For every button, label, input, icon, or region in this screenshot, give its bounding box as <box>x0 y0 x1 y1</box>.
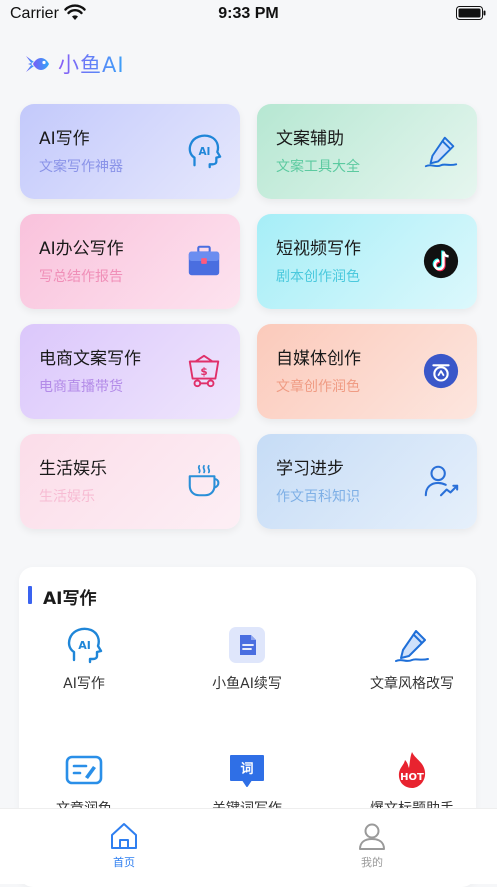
card-ecommerce[interactable]: 电商文案写作 电商直播带货 $ <box>20 324 240 419</box>
pen-write-icon <box>424 136 458 168</box>
tab-label: 首页 <box>113 856 135 869</box>
coffee-cup-icon <box>188 464 220 497</box>
card-title: 电商文案写作 <box>39 349 141 369</box>
shopping-basket-icon: $ <box>188 354 220 388</box>
card-subtitle: 写总结作报告 <box>39 269 123 285</box>
card-subtitle: 文案工具大全 <box>276 159 360 175</box>
home-icon <box>111 823 137 849</box>
briefcase-icon <box>188 245 220 276</box>
app-name: 小鱼AI <box>58 49 125 79</box>
section-title: AI写作 <box>43 589 97 609</box>
battery-icon <box>456 6 486 20</box>
card-title: 文案辅助 <box>276 129 344 149</box>
tab-profile[interactable]: 我的 <box>342 821 402 870</box>
card-title: 学习进步 <box>276 459 344 479</box>
ai-head-icon: AI <box>67 627 103 664</box>
card-office-writing[interactable]: AI办公写作 写总结作报告 <box>20 214 240 309</box>
card-ai-writing[interactable]: AI写作 文案写作神器 AI <box>20 104 240 199</box>
svg-text:AI: AI <box>78 639 91 652</box>
card-title: AI写作 <box>39 129 90 149</box>
card-title: AI办公写作 <box>39 239 124 259</box>
card-subtitle: 文章创作润色 <box>276 379 360 395</box>
card-subtitle: 剧本创作润色 <box>276 269 360 285</box>
card-title: 生活娱乐 <box>39 459 107 479</box>
tab-label: 我的 <box>361 856 383 869</box>
card-title: 短视频写作 <box>276 239 361 259</box>
ai-head-icon: AI <box>188 134 222 169</box>
card-subtitle: 电商直播带货 <box>39 379 123 395</box>
hot-fire-icon: HOT <box>398 752 426 788</box>
clock: 9:33 PM <box>218 5 279 22</box>
svg-text:词: 词 <box>240 762 253 777</box>
card-copy-assist[interactable]: 文案辅助 文案工具大全 <box>257 104 477 199</box>
card-life-entertainment[interactable]: 生活娱乐 生活娱乐 <box>20 434 240 529</box>
edit-box-icon <box>65 755 103 785</box>
user-growth-icon <box>424 465 459 497</box>
tool-ai-writing[interactable]: AI AI写作 <box>9 625 159 693</box>
svg-text:$: $ <box>200 366 207 378</box>
tab-bar: 首页 我的 <box>0 808 497 884</box>
tiktok-icon <box>423 243 459 279</box>
card-subtitle: 生活娱乐 <box>39 489 95 505</box>
tool-label: 文章风格改写 <box>370 676 454 692</box>
app-brand: 小鱼AI <box>24 49 125 79</box>
tool-style-rewrite[interactable]: 文章风格改写 <box>337 625 487 693</box>
tool-continue-writing[interactable]: 小鱼AI续写 <box>172 625 322 693</box>
tab-home[interactable]: 首页 <box>94 821 154 870</box>
tool-label: 小鱼AI续写 <box>212 676 282 692</box>
pen-write-icon <box>395 630 429 662</box>
document-icon <box>229 627 265 663</box>
tool-label: AI写作 <box>63 676 105 692</box>
svg-text:HOT: HOT <box>400 772 424 783</box>
svg-text:AI: AI <box>198 146 210 158</box>
card-subtitle: 作文百科知识 <box>276 489 360 505</box>
fish-logo-icon <box>26 56 49 72</box>
profile-icon <box>359 823 385 850</box>
card-self-media[interactable]: 自媒体创作 文章创作润色 <box>257 324 477 419</box>
media-badge-icon <box>423 353 459 389</box>
keyword-chat-icon: 词 <box>230 755 264 787</box>
section-accent-bar <box>28 586 32 604</box>
card-subtitle: 文案写作神器 <box>39 159 123 175</box>
status-bar: Carrier 9:33 PM <box>0 0 497 30</box>
card-title: 自媒体创作 <box>276 349 361 369</box>
card-short-video[interactable]: 短视频写作 剧本创作润色 <box>257 214 477 309</box>
card-study[interactable]: 学习进步 作文百科知识 <box>257 434 477 529</box>
